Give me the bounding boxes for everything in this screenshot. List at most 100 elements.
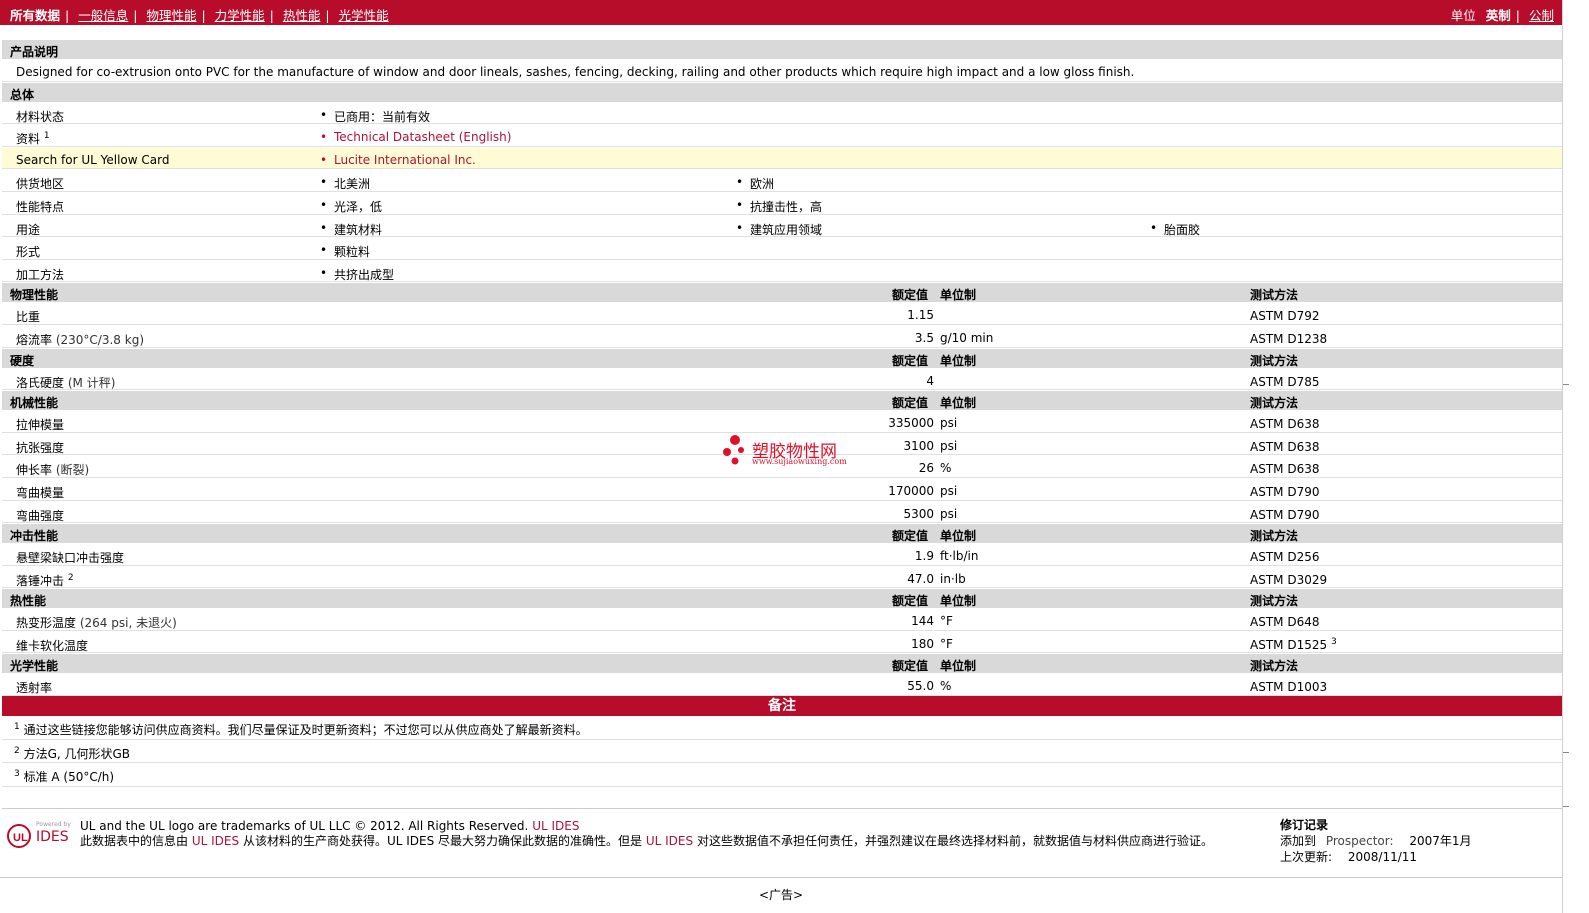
property-sections: 物理性能 额定值 单位制 测试方法 比重 1.15 ASTM D792 熔流率 (230°… bbox=[2, 282, 1562, 697]
nominal-header: 额定值 bbox=[892, 396, 929, 411]
row-forms: 形式 颗粒料 bbox=[2, 237, 1562, 260]
property-value: 1.15 bbox=[907, 308, 934, 323]
unit-switcher: 单位 英制 | 公制 bbox=[1450, 8, 1554, 23]
ul-ides-link[interactable]: UL IDES bbox=[646, 834, 693, 848]
svg-text:UL: UL bbox=[13, 832, 28, 844]
revision-title: 修订记录 bbox=[1280, 818, 1329, 832]
nominal-header: 额定值 bbox=[892, 529, 929, 544]
yellow-card-search-label[interactable]: Search for UL Yellow Card bbox=[16, 153, 169, 167]
property-row: 比重 1.15 ASTM D792 bbox=[2, 302, 1562, 325]
section-title: 硬度 bbox=[10, 353, 35, 368]
nav-thermal[interactable]: 热性能 bbox=[283, 8, 321, 23]
section-title: 总体 bbox=[10, 87, 35, 102]
nav-all-data[interactable]: 所有数据 bbox=[10, 8, 60, 23]
property-row: 热变形温度 (264 psi, 未退火) 144 °F ASTM D648 bbox=[2, 608, 1562, 631]
use-item: 胎面胶 bbox=[1150, 221, 1200, 238]
test-method: ASTM D790 bbox=[1250, 484, 1320, 499]
nav-mechanical[interactable]: 力学性能 bbox=[215, 8, 265, 23]
property-unit: in·lb bbox=[940, 571, 966, 586]
revision-history: 修订记录 添加到 Prospector: 2007年1月 上次更新: 2008/… bbox=[1280, 817, 1472, 865]
row-yellow-card: Search for UL Yellow Card Lucite Interna… bbox=[2, 146, 1562, 170]
scrollbar-mark bbox=[1563, 752, 1569, 753]
nav-optical[interactable]: 光学性能 bbox=[339, 8, 389, 23]
nominal-header: 额定值 bbox=[892, 288, 929, 303]
watermark-url: www.sujiaowuxing.com bbox=[752, 457, 847, 466]
property-label: 弯曲强度 bbox=[16, 508, 65, 523]
property-label: 落锤冲击 2 bbox=[16, 572, 74, 588]
property-unit: psi bbox=[940, 416, 958, 431]
test-method: ASTM D3029 bbox=[1250, 572, 1328, 587]
section-nav: 所有数据 | 一般信息 | 物理性能 | 力学性能 | 热性能 | 光学性能 bbox=[10, 8, 389, 23]
property-unit: psi bbox=[940, 506, 958, 521]
row-label: 资料 1 bbox=[16, 131, 50, 147]
test-method: ASTM D1238 bbox=[1250, 331, 1328, 346]
added-line: 添加到 Prospector: 2007年1月 bbox=[1280, 834, 1472, 848]
test-method: ASTM D792 bbox=[1250, 309, 1320, 324]
property-label: 抗张强度 bbox=[16, 440, 65, 455]
property-value: 47.0 bbox=[907, 571, 934, 586]
method-header: 测试方法 bbox=[1250, 353, 1299, 368]
property-label: 比重 bbox=[16, 310, 41, 325]
property-value: 170000 bbox=[888, 483, 934, 498]
test-method: ASTM D638 bbox=[1250, 462, 1320, 477]
property-unit: % bbox=[940, 679, 952, 694]
ul-logo-icon: UL bbox=[7, 824, 31, 848]
ul-ides-link[interactable]: UL IDES bbox=[532, 819, 579, 833]
property-value: 3.5 bbox=[914, 330, 934, 345]
property-label: 弯曲模量 bbox=[16, 485, 65, 500]
property-label: 拉伸模量 bbox=[16, 418, 65, 433]
section-header: 冲击性能 额定值 单位制 测试方法 bbox=[2, 523, 1562, 544]
row-label: 供货地区 bbox=[16, 177, 65, 192]
section-header: 机械性能 额定值 单位制 测试方法 bbox=[2, 390, 1562, 411]
ul-ides-link[interactable]: UL IDES bbox=[192, 834, 239, 848]
test-method: ASTM D1003 bbox=[1250, 680, 1328, 695]
property-row: 落锤冲击 2 47.0 in·lb ASTM D3029 bbox=[2, 565, 1562, 589]
property-label: 悬壁梁缺口冲击强度 bbox=[16, 551, 125, 566]
nav-general-info[interactable]: 一般信息 bbox=[78, 8, 128, 23]
property-value: 5300 bbox=[903, 506, 934, 521]
footer: UL Powered by IDES UL and the UL logo ar… bbox=[2, 808, 1562, 879]
nav-physical[interactable]: 物理性能 bbox=[146, 8, 196, 23]
availability-item: 欧洲 bbox=[736, 175, 774, 192]
property-row: 透射率 55.0% ASTM D1003 bbox=[2, 673, 1562, 697]
test-method: ASTM D638 bbox=[1250, 439, 1320, 454]
row-label: 性能特点 bbox=[16, 199, 65, 214]
property-unit: % bbox=[940, 461, 952, 476]
row-label: 用途 bbox=[16, 222, 41, 237]
row-material-status: 材料状态 已商用：当前有效 bbox=[2, 101, 1562, 125]
section-header: 光学性能 额定值 单位制 测试方法 bbox=[2, 653, 1562, 674]
updated-line: 上次更新: 2008/11/11 bbox=[1280, 850, 1418, 864]
property-value: 3100 bbox=[903, 438, 934, 453]
method-header: 测试方法 bbox=[1250, 529, 1299, 544]
property-unit: °F bbox=[940, 614, 953, 629]
row-label: 形式 bbox=[16, 245, 41, 260]
logo-powered-by: Powered by bbox=[36, 821, 71, 828]
method-header: 测试方法 bbox=[1250, 396, 1299, 411]
vertical-scrollbar[interactable] bbox=[1562, 0, 1589, 913]
property-value: 180 bbox=[911, 636, 934, 651]
test-method: ASTM D648 bbox=[1250, 615, 1320, 630]
section-title: 热性能 bbox=[10, 594, 47, 609]
row-uses: 用途 建筑材料 建筑应用领域 胎面胶 bbox=[2, 214, 1562, 238]
section-header: 硬度 额定值 单位制 测试方法 bbox=[2, 347, 1562, 368]
use-item: 建筑材料 bbox=[320, 221, 382, 238]
section-title: 机械性能 bbox=[10, 396, 59, 411]
description-row: Designed for co-extrusion onto PVC for t… bbox=[2, 59, 1562, 82]
ul-ides-logo: UL Powered by IDES bbox=[6, 821, 72, 851]
unit-metric-option[interactable]: 公制 bbox=[1529, 8, 1554, 23]
watermark: 塑胶物性网 www.sujiaowuxing.com bbox=[720, 433, 847, 468]
technical-datasheet-link[interactable]: Technical Datasheet (English) bbox=[320, 130, 511, 144]
notes-header: 备注 bbox=[2, 696, 1562, 717]
product-description: Designed for co-extrusion onto PVC for t… bbox=[16, 65, 1135, 79]
property-row: 弯曲强度 5300 psi ASTM D790 bbox=[2, 500, 1562, 524]
unit-imperial-option[interactable]: 英制 bbox=[1486, 8, 1511, 23]
row-processing: 加工方法 共挤出成型 bbox=[2, 259, 1562, 283]
advertisement-label: <广告> bbox=[0, 877, 1562, 903]
method-header: 测试方法 bbox=[1250, 594, 1299, 609]
test-method: ASTM D638 bbox=[1250, 417, 1320, 432]
datasheet-content: 产品说明 Designed for co-extrusion onto PVC … bbox=[2, 39, 1562, 787]
prospector-link[interactable]: Prospector: bbox=[1326, 834, 1394, 848]
footer-legal-text: UL and the UL logo are trademarks of UL … bbox=[80, 819, 1260, 849]
supplier-link[interactable]: Lucite International Inc. bbox=[320, 153, 476, 167]
property-row: 维卡软化温度 180 °F ASTM D1525 3 bbox=[2, 630, 1562, 654]
